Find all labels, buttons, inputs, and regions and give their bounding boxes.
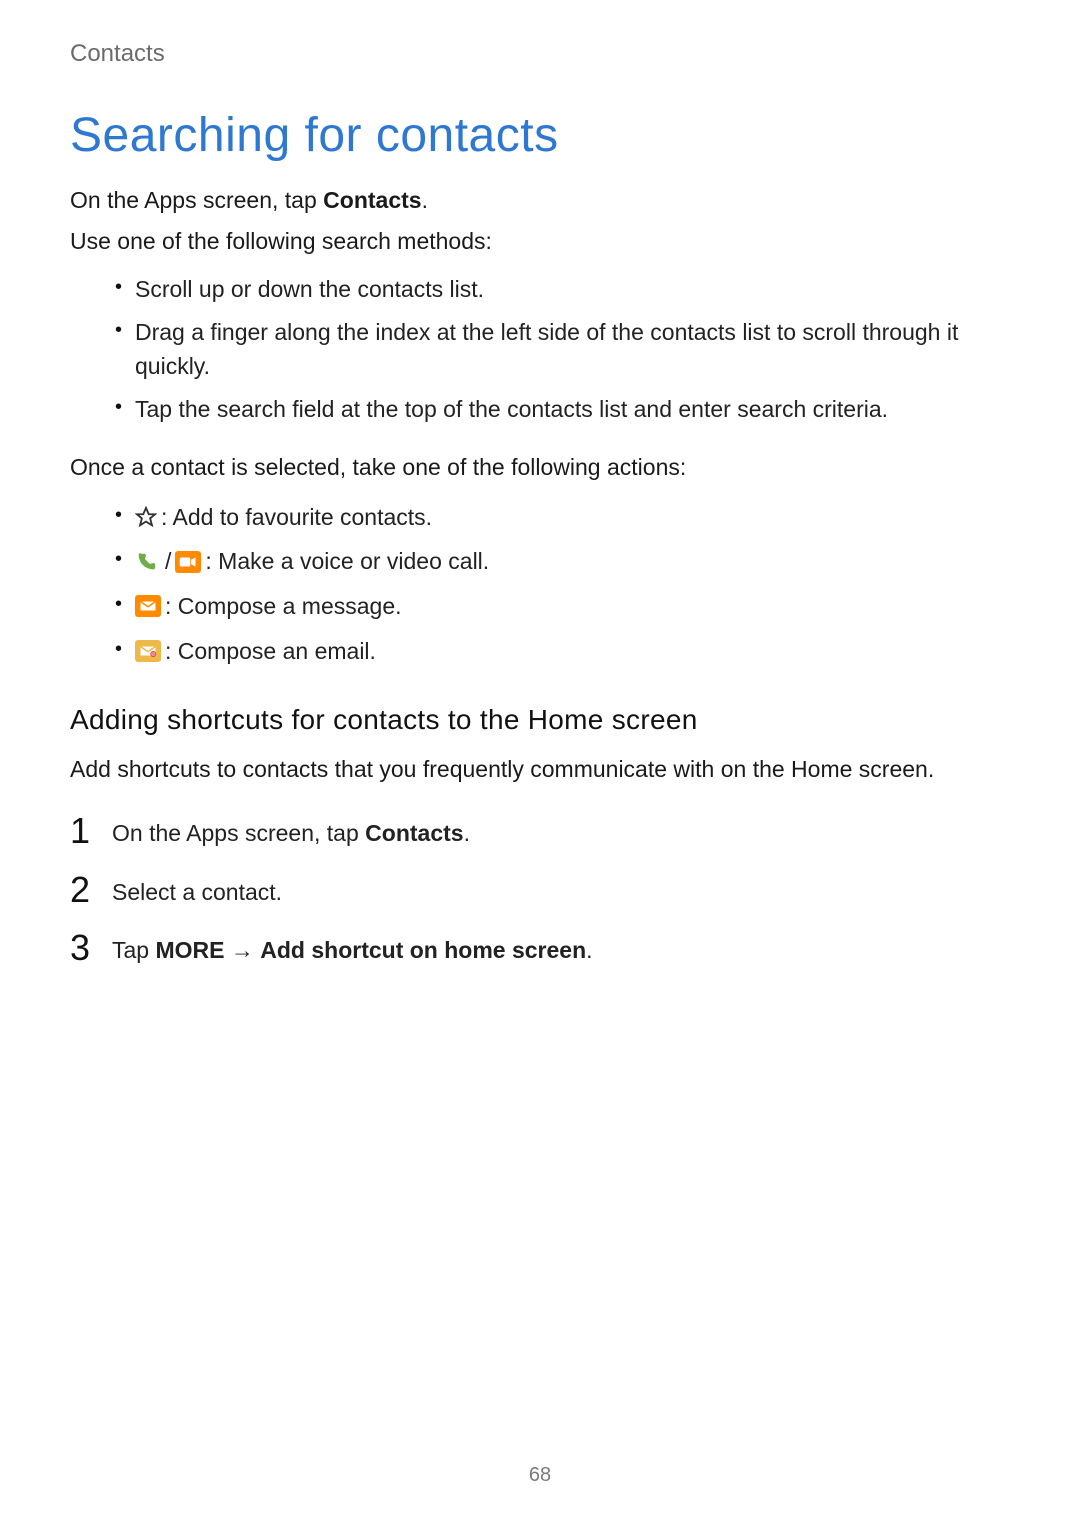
separator: /	[165, 543, 171, 580]
list-item: Scroll up or down the contacts list.	[115, 268, 1010, 311]
list-item: Tap the search field at the top of the c…	[115, 388, 1010, 431]
arrow: →	[224, 937, 260, 963]
step-suffix: .	[464, 820, 470, 846]
page-number: 68	[0, 1464, 1080, 1487]
once-selected-text: Once a contact is selected, take one of …	[70, 450, 1010, 485]
star-icon	[135, 506, 157, 528]
list-item: : Compose a message.	[115, 584, 1010, 629]
video-call-icon	[175, 551, 201, 573]
action-text: : Compose an email.	[165, 633, 376, 670]
svg-text:@: @	[151, 652, 156, 657]
step-text: On the Apps screen, tap	[112, 820, 365, 846]
list-item: / : Make a voice or video call.	[115, 539, 1010, 584]
step-item: Select a contact.	[70, 863, 1010, 922]
subhead-text: Add shortcuts to contacts that you frequ…	[70, 752, 1010, 787]
step-text: Tap	[112, 937, 155, 963]
intro-text: On the Apps screen, tap	[70, 187, 323, 213]
intro-suffix: .	[422, 187, 428, 213]
list-item: @ : Compose an email.	[115, 629, 1010, 674]
step-more-label: MORE	[155, 937, 224, 963]
action-text: : Compose a message.	[165, 588, 402, 625]
phone-icon	[135, 551, 157, 573]
step-rest-label: Add shortcut on home screen	[260, 937, 586, 963]
page-title: Searching for contacts	[70, 108, 1010, 163]
intro-line-2: Use one of the following search methods:	[70, 224, 1010, 259]
email-icon: @	[135, 640, 161, 662]
breadcrumb: Contacts	[70, 40, 1010, 68]
intro-line-1: On the Apps screen, tap Contacts.	[70, 183, 1010, 218]
steps-list: On the Apps screen, tap Contacts. Select…	[70, 804, 1010, 980]
step-item: Tap MORE → Add shortcut on home screen.	[70, 921, 1010, 980]
list-item: : Add to favourite contacts.	[115, 495, 1010, 540]
list-item: Drag a finger along the index at the lef…	[115, 311, 1010, 388]
document-page: Contacts Searching for contacts On the A…	[0, 0, 1080, 1527]
subheading: Adding shortcuts for contacts to the Hom…	[70, 704, 1010, 736]
step-item: On the Apps screen, tap Contacts.	[70, 804, 1010, 863]
action-text: : Make a voice or video call.	[205, 543, 489, 580]
action-text: : Add to favourite contacts.	[161, 499, 432, 536]
step-suffix: .	[586, 937, 592, 963]
step-app-name: Contacts	[365, 820, 463, 846]
search-methods-list: Scroll up or down the contacts list. Dra…	[70, 268, 1010, 430]
message-icon	[135, 595, 161, 617]
actions-list: : Add to favourite contacts. / : Make a …	[70, 495, 1010, 674]
intro-app-name: Contacts	[323, 187, 421, 213]
